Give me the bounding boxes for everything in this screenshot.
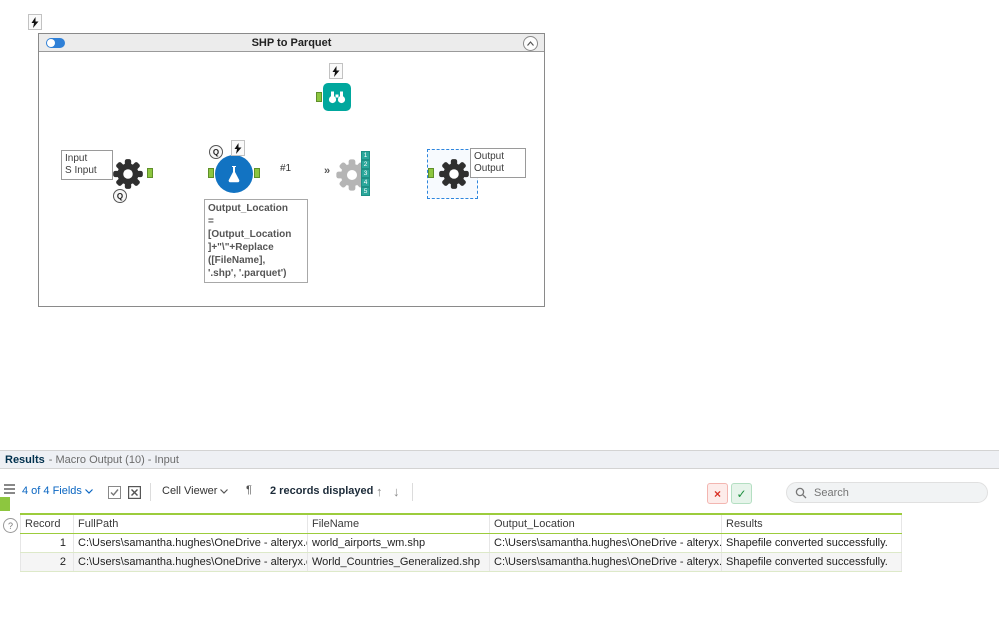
fields-dropdown[interactable]: 4 of 4 Fields xyxy=(22,485,93,497)
question-anchor-badge: Q xyxy=(209,145,223,159)
browse-tool[interactable] xyxy=(323,83,351,111)
interface-bolt-icon xyxy=(28,14,42,30)
accept-button[interactable]: ✓ xyxy=(731,483,752,504)
reject-button[interactable]: × xyxy=(707,483,728,504)
cell-results: Shapefile converted successfully. xyxy=(722,553,902,571)
numbered-output-anchors[interactable]: 1 2 3 4 5 xyxy=(361,151,370,196)
cell-output-location: C:\Users\samantha.hughes\OneDrive - alte… xyxy=(490,553,722,571)
menu-icon[interactable] xyxy=(4,482,15,496)
anchor-4[interactable]: 4 xyxy=(361,178,370,187)
multi-input-chevrons: » xyxy=(324,165,331,177)
cell-output-location: C:\Users\samantha.hughes\OneDrive - alte… xyxy=(490,534,722,552)
input-anchor[interactable] xyxy=(208,168,214,178)
macro-input-label: Input S Input xyxy=(61,150,113,180)
anchor-5[interactable]: 5 xyxy=(361,187,370,196)
table-row[interactable]: 2 C:\Users\samantha.hughes\OneDrive - al… xyxy=(20,553,902,572)
gear-icon xyxy=(113,159,143,189)
cell-record: 1 xyxy=(20,534,74,552)
input-anchor[interactable] xyxy=(316,92,322,102)
results-title: Results xyxy=(5,453,45,466)
chevron-up-icon xyxy=(527,41,534,46)
pilcrow-icon[interactable]: ¶ xyxy=(246,484,252,496)
fields-dropdown-label: 4 of 4 Fields xyxy=(22,485,82,497)
arrow-up-icon[interactable]: ↑ xyxy=(376,484,383,499)
binoculars-icon xyxy=(328,91,346,104)
collapse-button[interactable] xyxy=(523,36,538,51)
macro-output-tool[interactable] xyxy=(436,156,472,197)
annotation-line: ([FileName], xyxy=(208,255,266,266)
lightning-icon xyxy=(31,16,39,28)
arrow-down-icon[interactable]: ↓ xyxy=(393,484,400,499)
container-header[interactable]: SHP to Parquet xyxy=(39,34,544,52)
cell-fullpath: C:\Users\samantha.hughes\OneDrive - alte… xyxy=(74,534,308,552)
lightning-icon xyxy=(234,142,242,154)
data-tab-indicator[interactable] xyxy=(0,497,10,511)
column-header-results[interactable]: Results xyxy=(722,515,902,533)
cell-results: Shapefile converted successfully. xyxy=(722,534,902,552)
select-all-checkbox-icon[interactable] xyxy=(108,486,121,499)
interface-bolt-icon xyxy=(329,63,343,79)
results-panel-header: Results - Macro Output (10) - Input xyxy=(0,450,999,469)
column-header-record[interactable]: Record xyxy=(20,515,74,533)
macro-output-label-line1: Output xyxy=(474,151,505,162)
anchor-3[interactable]: 3 xyxy=(361,169,370,178)
flask-icon xyxy=(228,166,240,183)
container-title: SHP to Parquet xyxy=(251,36,332,49)
cell-filename: world_airports_wm.shp xyxy=(308,534,490,552)
annotation-line: ]+"\"+Replace xyxy=(208,242,274,253)
toolbar-divider xyxy=(150,483,151,501)
anchor-2[interactable]: 2 xyxy=(361,160,370,169)
search-input[interactable] xyxy=(812,485,966,500)
cell-viewer-dropdown[interactable]: Cell Viewer xyxy=(162,485,229,497)
question-anchor-badge: Q xyxy=(113,189,127,203)
tool-annotation[interactable]: Output_Location = [Output_Location ]+"\"… xyxy=(204,199,308,283)
interface-bolt-icon xyxy=(231,140,245,156)
formula-tool[interactable] xyxy=(215,155,253,193)
cell-record: 2 xyxy=(20,553,74,571)
output-anchor[interactable] xyxy=(147,168,153,178)
anchor-1[interactable]: 1 xyxy=(361,151,370,160)
input-anchor[interactable] xyxy=(428,168,434,178)
annotation-line: Output_Location xyxy=(208,203,288,214)
results-table: Record FullPath FileName Output_Location… xyxy=(20,513,902,572)
cell-viewer-label: Cell Viewer xyxy=(162,485,218,497)
annotation-line: = xyxy=(208,216,214,227)
macro-input-label-line1: Input xyxy=(65,153,88,164)
help-icon[interactable]: ? xyxy=(3,518,18,533)
records-displayed-label: 2 records displayed xyxy=(270,485,374,497)
output-anchor[interactable] xyxy=(254,168,260,178)
alteryx-workflow-canvas: SHP to Parquet Input S Input Q Q Output_… xyxy=(0,0,999,618)
chevron-down-icon xyxy=(84,488,93,494)
macro-output-label: Output Output xyxy=(470,148,526,178)
search-icon xyxy=(795,487,807,498)
search-box[interactable] xyxy=(786,482,988,503)
table-header-row: Record FullPath FileName Output_Location… xyxy=(20,513,902,534)
results-subtitle: - Macro Output (10) - Input xyxy=(48,453,179,466)
deselect-all-checkbox-icon[interactable] xyxy=(128,486,141,499)
cell-fullpath: C:\Users\samantha.hughes\OneDrive - alte… xyxy=(74,553,308,571)
lightning-icon xyxy=(332,65,340,77)
annotation-line: '.shp', '.parquet') xyxy=(208,268,287,279)
gear-icon xyxy=(439,159,469,189)
macro-input-label-line2: S Input xyxy=(65,165,97,176)
column-header-filename[interactable]: FileName xyxy=(308,515,490,533)
column-header-fullpath[interactable]: FullPath xyxy=(74,515,308,533)
chevron-down-icon xyxy=(220,488,229,494)
column-header-output-location[interactable]: Output_Location xyxy=(490,515,722,533)
cell-filename: World_Countries_Generalized.shp xyxy=(308,553,490,571)
connection-label[interactable]: #1 xyxy=(280,163,291,174)
macro-output-label-line2: Output xyxy=(474,163,505,174)
annotation-line: [Output_Location xyxy=(208,229,292,240)
toolbar-divider xyxy=(412,483,413,501)
table-row[interactable]: 1 C:\Users\samantha.hughes\OneDrive - al… xyxy=(20,534,902,553)
